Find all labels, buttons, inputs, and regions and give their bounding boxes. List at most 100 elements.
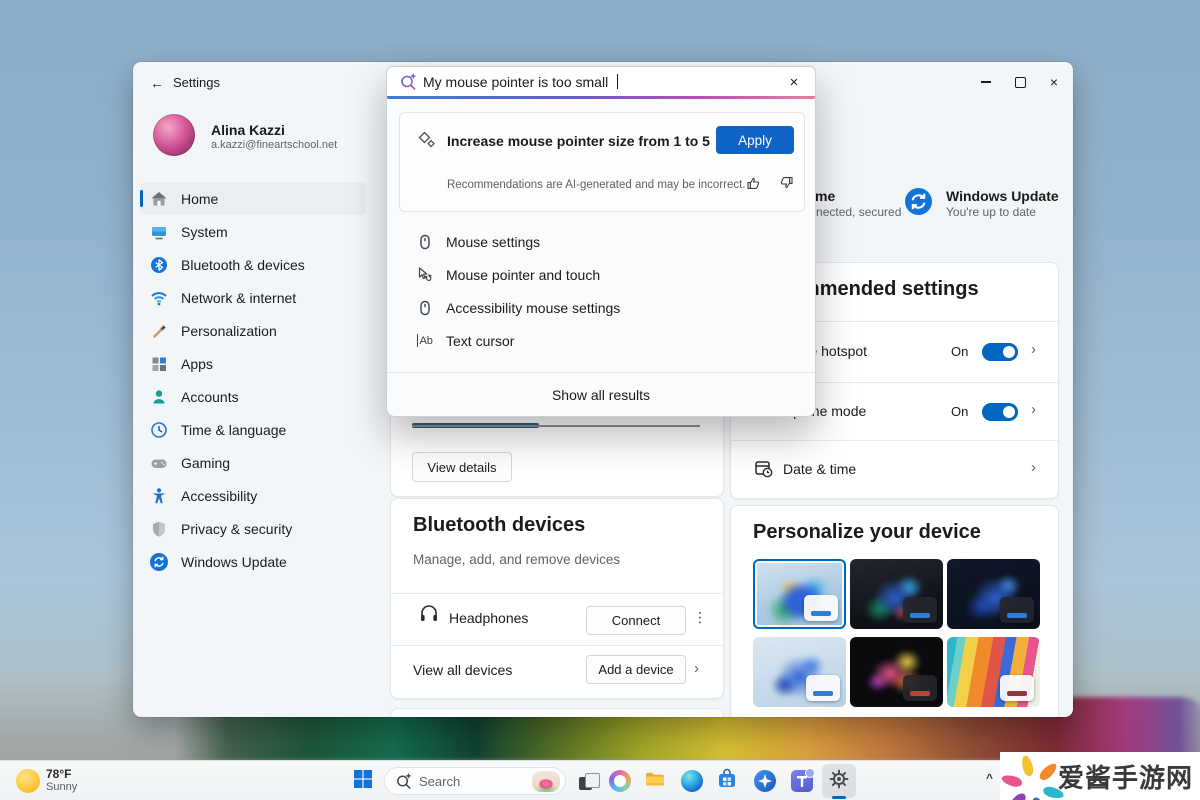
search-result-mouse-settings[interactable]: Mouse settings: [387, 225, 815, 258]
results-divider: [387, 372, 815, 373]
task-view-icon: [576, 770, 600, 792]
personalize-title: Personalize your device: [753, 521, 981, 544]
tray-chevron-icon[interactable]: ^: [986, 771, 993, 785]
toggle-state-label: On: [951, 344, 968, 359]
date-time-icon: [753, 458, 773, 483]
search-result-text-cursor[interactable]: Ab Text cursor: [387, 324, 815, 357]
theme-preview-flyout: [1000, 675, 1034, 701]
bluetooth-chevron-icon[interactable]: ›: [694, 660, 699, 677]
theme-preview-flyout: [1000, 597, 1034, 623]
sidebar-item-system[interactable]: System: [140, 215, 366, 248]
search-result-mouse-pointer-touch[interactable]: Mouse pointer and touch: [387, 258, 815, 291]
sidebar-item-gaming[interactable]: Gaming: [140, 446, 366, 479]
thumbs-down-icon[interactable]: [778, 175, 796, 193]
m365-copilot-button[interactable]: [751, 767, 779, 795]
wallpaper-thumbnail-selected[interactable]: [753, 559, 846, 629]
windows-update-tile-title[interactable]: Windows Update: [946, 188, 1059, 204]
next-card-peek: [390, 708, 724, 717]
search-highlight-image: [532, 771, 560, 792]
connect-button[interactable]: Connect: [586, 606, 686, 635]
edge-button[interactable]: [678, 767, 706, 795]
watermark-banner: 爱酱手游网: [1000, 752, 1200, 800]
sidebar-item-privacy[interactable]: Privacy & security: [140, 512, 366, 545]
sidebar-item-bluetooth[interactable]: Bluetooth & devices: [140, 248, 366, 281]
sidebar-item-apps[interactable]: Apps: [140, 347, 366, 380]
wallpaper-thumbnail[interactable]: [850, 559, 943, 629]
text-cursor-icon: Ab: [416, 332, 434, 350]
profile-email: a.kazzi@fineartschool.net: [211, 139, 337, 151]
bluetooth-card-title: Bluetooth devices: [413, 514, 585, 537]
back-button[interactable]: ←: [146, 72, 168, 94]
recommendation-title: Increase mouse pointer size from 1 to 5: [447, 133, 710, 149]
apply-button[interactable]: Apply: [716, 126, 794, 154]
sidebar-item-windows-update[interactable]: Windows Update: [140, 545, 366, 578]
thumbs-up-icon[interactable]: [746, 175, 764, 193]
avatar[interactable]: [153, 114, 195, 156]
sidebar-item-accounts[interactable]: Accounts: [140, 380, 366, 413]
close-search-button[interactable]: ×: [783, 72, 805, 92]
theme-preview-flyout: [804, 595, 838, 621]
task-view-button[interactable]: [574, 767, 602, 795]
row-chevron-icon[interactable]: ›: [1031, 341, 1036, 358]
row-label[interactable]: Date & time: [783, 461, 856, 477]
row-chevron-icon[interactable]: ›: [1031, 401, 1036, 418]
show-all-results-link[interactable]: Show all results: [387, 387, 815, 403]
sidebar-item-home[interactable]: Home: [140, 182, 366, 215]
back-arrow-icon: ←: [150, 75, 164, 91]
view-details-button[interactable]: View details: [412, 452, 512, 482]
search-input[interactable]: My mouse pointer is too small ×: [387, 67, 815, 96]
sidebar-item-personalization[interactable]: Personalization: [140, 314, 366, 347]
ai-disclaimer: Recommendations are AI-generated and may…: [447, 179, 746, 191]
mobile-hotspot-toggle[interactable]: [982, 343, 1018, 361]
settings-taskbar-button[interactable]: [822, 764, 856, 798]
bluetooth-icon: [150, 256, 168, 274]
search-result-accessibility-mouse[interactable]: Accessibility mouse settings: [387, 291, 815, 324]
close-window-button[interactable]: ×: [1038, 70, 1070, 94]
search-query-text: My mouse pointer is too small: [423, 74, 608, 90]
sun-icon: [16, 769, 40, 793]
copilot-search-icon: [399, 72, 418, 96]
system-icon: [150, 223, 168, 241]
weather-temp: 78°F: [46, 767, 71, 781]
microsoft-store-button[interactable]: [713, 767, 741, 795]
clock-icon: [150, 421, 168, 439]
view-all-devices-link[interactable]: View all devices: [413, 662, 512, 678]
maximize-icon: [1015, 77, 1026, 88]
wallpaper-thumbnail[interactable]: [753, 637, 846, 707]
row-chevron-icon[interactable]: ›: [1031, 459, 1036, 476]
m365-sparkle-icon: [754, 770, 776, 792]
personalize-card: Personalize your device: [730, 505, 1059, 717]
sidebar-item-label: Apps: [181, 356, 213, 372]
storage-bar-track: [412, 425, 700, 427]
settings-active-indicator: [832, 796, 846, 799]
wallpaper-thumbnail[interactable]: [947, 559, 1040, 629]
sidebar-item-label: System: [181, 224, 228, 240]
wallpaper-thumbnail[interactable]: [947, 637, 1040, 707]
text-caret: [617, 74, 618, 89]
sidebar-item-label: Network & internet: [181, 290, 296, 306]
minimize-button[interactable]: [970, 70, 1002, 94]
airplane-mode-toggle[interactable]: [982, 403, 1018, 421]
sidebar-item-time-language[interactable]: Time & language: [140, 413, 366, 446]
windows-update-tile-status: You're up to date: [946, 205, 1036, 219]
wallpaper-thumbnail[interactable]: [850, 637, 943, 707]
gear-icon: [828, 768, 850, 795]
maximize-button[interactable]: [1004, 70, 1036, 94]
sidebar-item-network[interactable]: Network & internet: [140, 281, 366, 314]
device-more-button[interactable]: ⋮: [693, 609, 707, 626]
shield-icon: [150, 520, 168, 538]
taskbar-search[interactable]: Search: [384, 767, 566, 795]
start-button[interactable]: [349, 767, 377, 795]
sidebar-item-label: Accounts: [181, 389, 239, 405]
update-icon: [150, 553, 168, 571]
search-accent-underline: [387, 96, 815, 99]
add-device-button[interactable]: Add a device: [586, 655, 686, 684]
sidebar-item-accessibility[interactable]: Accessibility: [140, 479, 366, 512]
teams-button[interactable]: [788, 767, 816, 795]
copilot-button[interactable]: [606, 767, 634, 795]
store-icon: [716, 768, 738, 795]
device-name: Headphones: [449, 610, 528, 626]
bluetooth-card-subtitle: Manage, add, and remove devices: [413, 552, 620, 567]
sidebar: Home System Bluetooth & devices Network …: [140, 182, 366, 578]
file-explorer-button[interactable]: [641, 767, 669, 795]
